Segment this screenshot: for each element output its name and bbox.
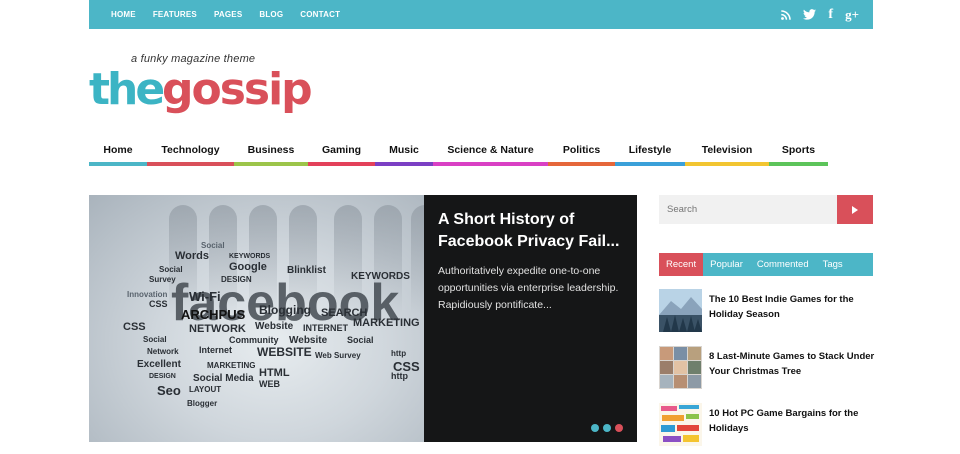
nav-business[interactable]: Business — [234, 137, 308, 166]
slider-dot-1[interactable] — [591, 424, 599, 432]
slider-dot-3[interactable] — [615, 424, 623, 432]
nav-television[interactable]: Television — [685, 137, 769, 166]
top-nav-home[interactable]: HOME — [111, 10, 136, 19]
slider-dots — [591, 424, 623, 432]
top-nav-pages[interactable]: PAGES — [214, 10, 242, 19]
play-arrow-icon — [852, 205, 858, 214]
post-thumbnail[interactable] — [659, 289, 702, 332]
main-nav: Home Technology Business Gaming Music Sc… — [89, 137, 828, 166]
top-nav-contact[interactable]: CONTACT — [300, 10, 340, 19]
search-button[interactable] — [837, 195, 873, 224]
nav-lifestyle[interactable]: Lifestyle — [615, 137, 685, 166]
rss-icon[interactable] — [781, 8, 792, 22]
list-item: The 10 Best Indie Games for the Holiday … — [659, 289, 873, 346]
sidebar-tabs: Recent Popular Commented Tags — [659, 253, 873, 276]
tab-tags[interactable]: Tags — [816, 253, 850, 276]
slide-title[interactable]: A Short History of Facebook Privacy Fail… — [438, 209, 623, 253]
slide-caption: A Short History of Facebook Privacy Fail… — [424, 195, 637, 442]
search-form — [659, 195, 873, 224]
facebook-icon[interactable]: f — [828, 7, 833, 22]
list-item: 10 Hot PC Game Bargains for the Holidays — [659, 403, 873, 454]
search-input[interactable] — [659, 195, 837, 224]
slider-dot-2[interactable] — [603, 424, 611, 432]
nav-gaming[interactable]: Gaming — [308, 137, 375, 166]
top-bar: HOME FEATURES PAGES BLOG CONTACT f g+ — [89, 0, 873, 29]
social-links: f g+ — [781, 0, 859, 29]
post-thumbnail[interactable] — [659, 403, 702, 446]
list-item: 8 Last-Minute Games to Stack Under Your … — [659, 346, 874, 403]
nav-music[interactable]: Music — [375, 137, 433, 166]
recent-posts-list: The 10 Best Indie Games for the Holiday … — [659, 289, 874, 454]
word-cloud-graphic: Social KEYWORDS Words Google Blinklist S… — [123, 241, 420, 408]
post-title[interactable]: 8 Last-Minute Games to Stack Under Your … — [709, 349, 879, 379]
tab-recent[interactable]: Recent — [659, 253, 704, 276]
site-logo[interactable]: a funky magazine theme the gossip — [89, 50, 313, 120]
top-nav-blog[interactable]: BLOG — [259, 10, 283, 19]
top-nav-features[interactable]: FEATURES — [153, 10, 197, 19]
top-nav: HOME FEATURES PAGES BLOG CONTACT — [111, 0, 357, 29]
nav-politics[interactable]: Politics — [548, 137, 615, 166]
post-title[interactable]: The 10 Best Indie Games for the Holiday … — [709, 292, 879, 322]
nav-science-nature[interactable]: Science & Nature — [433, 137, 548, 166]
slide-image[interactable]: Social KEYWORDS Words Google Blinklist S… — [89, 195, 424, 442]
slide-excerpt: Authoritatively expedite one-to-one oppo… — [438, 265, 619, 311]
logo-the: the — [89, 64, 165, 115]
post-title[interactable]: 10 Hot PC Game Bargains for the Holidays — [709, 406, 879, 436]
tab-commented[interactable]: Commented — [750, 253, 816, 276]
nav-home[interactable]: Home — [89, 137, 147, 166]
google-plus-icon[interactable]: g+ — [845, 7, 859, 22]
featured-slider[interactable]: Social KEYWORDS Words Google Blinklist S… — [89, 195, 637, 442]
logo-gossip: gossip — [162, 64, 313, 115]
nav-sports[interactable]: Sports — [769, 137, 828, 166]
nav-technology[interactable]: Technology — [147, 137, 234, 166]
post-thumbnail[interactable] — [659, 346, 702, 389]
tab-popular[interactable]: Popular — [703, 253, 750, 276]
twitter-icon[interactable] — [803, 8, 817, 22]
